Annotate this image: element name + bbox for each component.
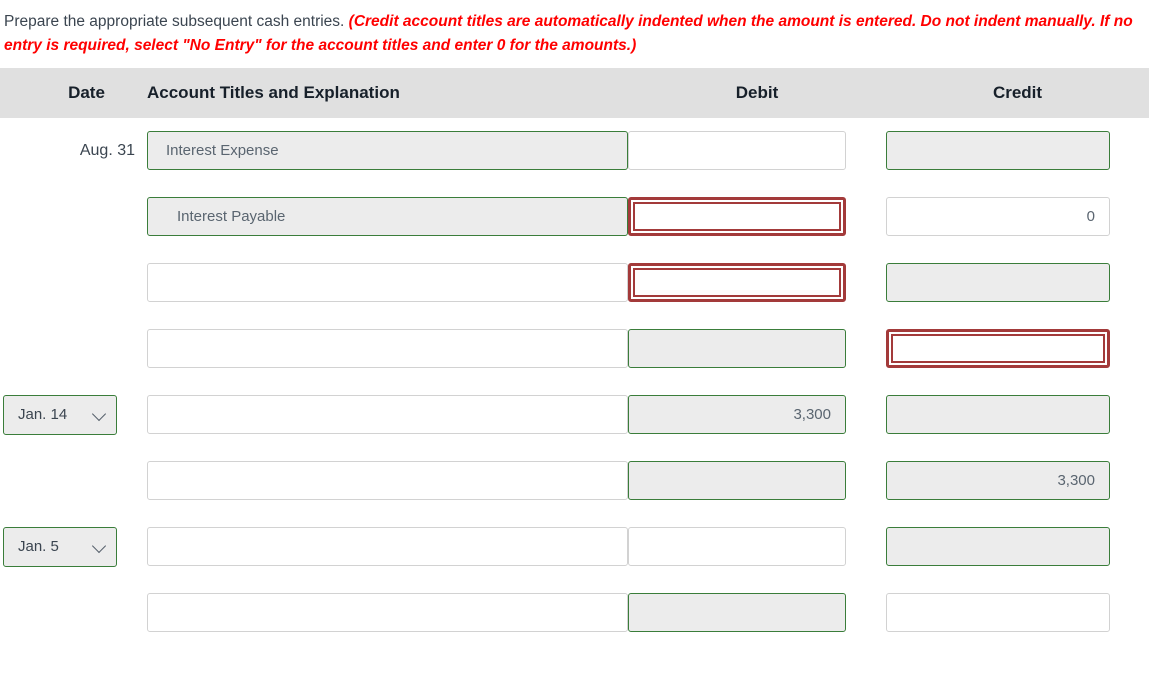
row-debit-cell — [628, 197, 886, 237]
date-select-wrapper: Jan. 14 — [0, 394, 117, 435]
account-title-input[interactable] — [147, 131, 628, 171]
debit-amount-input[interactable] — [628, 197, 846, 237]
credit-amount-input[interactable] — [886, 263, 1110, 303]
credit-amount-input[interactable] — [886, 461, 1110, 501]
table-row — [0, 184, 1149, 250]
row-account-cell — [147, 395, 628, 435]
row-debit-cell — [628, 527, 886, 567]
debit-amount-input[interactable] — [628, 527, 846, 567]
header-cell-account: Account Titles and Explanation — [147, 83, 628, 103]
header-cell-credit: Credit — [886, 83, 1149, 103]
row-account-cell — [147, 197, 628, 237]
row-account-cell — [147, 527, 628, 567]
row-date-cell: Aug. 31 — [0, 142, 147, 160]
row-debit-cell — [628, 461, 886, 501]
table-row — [0, 448, 1149, 514]
row-account-cell — [147, 329, 628, 369]
header-label-debit: Debit — [735, 82, 779, 102]
credit-amount-input[interactable] — [886, 131, 1110, 171]
row-credit-cell — [886, 527, 1149, 567]
row-date-cell: Jan. 5 — [0, 526, 147, 567]
debit-amount-input[interactable] — [628, 461, 846, 501]
row-debit-cell — [628, 263, 886, 303]
header-label-credit: Credit — [992, 82, 1043, 102]
account-title-input[interactable] — [147, 527, 628, 567]
row-credit-cell — [886, 329, 1149, 369]
row-credit-cell — [886, 263, 1149, 303]
debit-amount-input[interactable] — [628, 395, 846, 435]
table-row: Aug. 31 — [0, 118, 1149, 184]
date-select[interactable]: Jan. 5 — [3, 526, 117, 567]
row-account-cell — [147, 461, 628, 501]
account-title-input[interactable] — [147, 395, 628, 435]
date-select[interactable]: Jan. 14 — [3, 394, 117, 435]
date-select-wrapper: Jan. 5 — [0, 526, 117, 567]
debit-amount-input[interactable] — [628, 329, 846, 369]
account-title-input[interactable] — [147, 329, 628, 369]
debit-amount-input[interactable] — [628, 263, 846, 303]
debit-amount-input[interactable] — [628, 593, 846, 633]
row-credit-cell — [886, 395, 1149, 435]
header-cell-debit: Debit — [628, 83, 886, 103]
table-row — [0, 580, 1149, 646]
credit-amount-input[interactable] — [886, 527, 1110, 567]
account-title-input[interactable] — [147, 461, 628, 501]
table-row: Jan. 14 — [0, 382, 1149, 448]
account-title-input[interactable] — [147, 263, 628, 303]
row-debit-cell — [628, 329, 886, 369]
row-credit-cell — [886, 593, 1149, 633]
table-row — [0, 250, 1149, 316]
row-debit-cell — [628, 593, 886, 633]
table-row: Jan. 5 — [0, 514, 1149, 580]
date-label: Aug. 31 — [79, 141, 135, 159]
account-title-input[interactable] — [147, 593, 628, 633]
instruction-plain: Prepare the appropriate subsequent cash … — [4, 13, 345, 30]
row-debit-cell — [628, 131, 886, 171]
row-credit-cell — [886, 461, 1149, 501]
credit-amount-input[interactable] — [886, 329, 1110, 369]
header-cell-date: Date — [0, 83, 147, 103]
debit-amount-input[interactable] — [628, 131, 846, 171]
row-account-cell — [147, 131, 628, 171]
row-account-cell — [147, 593, 628, 633]
account-title-input[interactable] — [147, 197, 628, 237]
row-date-cell: Jan. 14 — [0, 394, 147, 435]
row-debit-cell — [628, 395, 886, 435]
table-header-row: Date Account Titles and Explanation Debi… — [0, 67, 1149, 118]
table-row — [0, 316, 1149, 382]
row-account-cell — [147, 263, 628, 303]
credit-amount-input[interactable] — [886, 395, 1110, 435]
row-credit-cell — [886, 197, 1149, 237]
header-label-account: Account Titles and Explanation — [147, 82, 400, 102]
journal-entry-table: Date Account Titles and Explanation Debi… — [0, 67, 1149, 646]
header-label-date: Date — [68, 82, 105, 102]
row-credit-cell — [886, 131, 1149, 171]
instruction-text: Prepare the appropriate subsequent cash … — [0, 0, 1149, 59]
credit-amount-input[interactable] — [886, 197, 1110, 237]
credit-amount-input[interactable] — [886, 593, 1110, 633]
